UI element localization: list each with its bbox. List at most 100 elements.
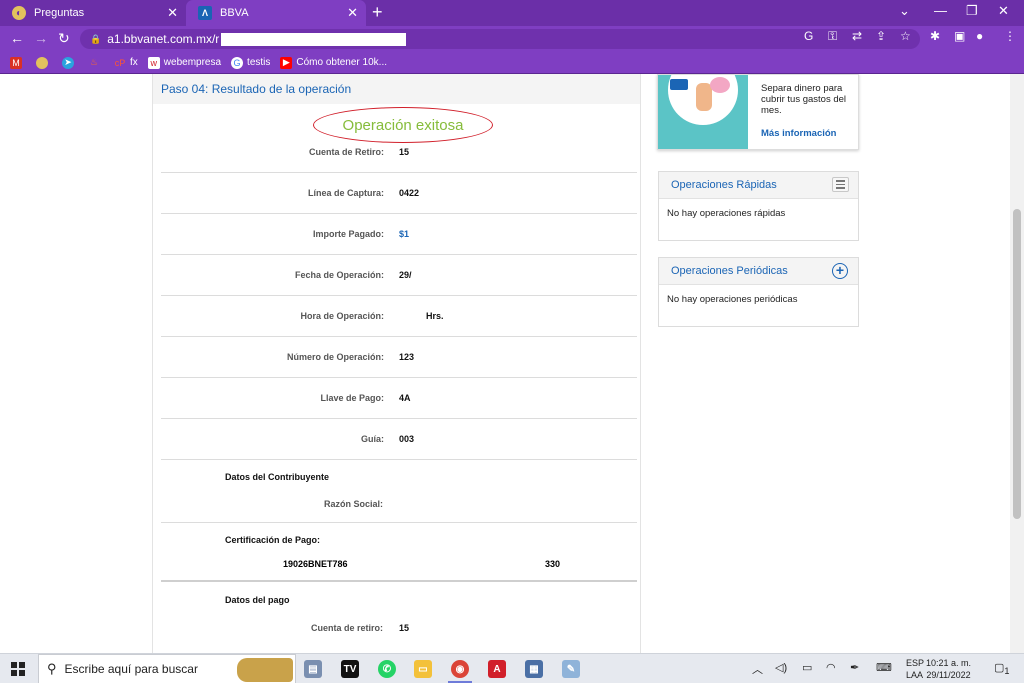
- forward-button[interactable]: →: [34, 30, 48, 46]
- taskbar-search[interactable]: ⚲ Escribe aquí para buscar: [38, 654, 296, 683]
- cp-icon: cP: [114, 57, 126, 68]
- field-row: Llave de Pago: 4A: [161, 378, 637, 419]
- calculator-icon[interactable]: ▦: [525, 660, 543, 678]
- search-icon: ⚲: [47, 661, 57, 676]
- folder-icon[interactable]: ▭: [414, 660, 432, 678]
- promo-illustration: [658, 75, 748, 149]
- share-icon[interactable]: ⇪: [876, 29, 886, 43]
- volume-icon[interactable]: ◁): [775, 661, 787, 674]
- bookmark-label: testis: [247, 57, 271, 68]
- tab-title: BBVA: [220, 7, 249, 19]
- search-placeholder: Escribe aquí para buscar: [64, 662, 198, 676]
- telegram-icon: ➤: [62, 56, 74, 69]
- google-icon[interactable]: G: [804, 29, 813, 43]
- windows-start-icon[interactable]: [11, 662, 25, 676]
- address-bar[interactable]: 🔒 a1.bbvanet.com.mx/r: [80, 29, 920, 49]
- clock-time: 10:21 a. m.: [926, 658, 972, 668]
- bookmark-webempresa[interactable]: w webempresa: [147, 56, 221, 69]
- field-value: 4A: [399, 393, 411, 403]
- bookmark-star-icon[interactable]: ☆: [900, 29, 911, 43]
- clock-date: 29/11/2022: [926, 670, 971, 680]
- field-row: Guía: 003: [161, 419, 637, 460]
- notification-count: 1: [1004, 666, 1010, 677]
- quick-operations-card: Operaciones Rápidas No hay operaciones r…: [658, 171, 859, 241]
- notifications-icon[interactable]: ▢1: [994, 661, 1010, 676]
- field-row: Fecha de Operación: 29/: [161, 255, 637, 296]
- bookmark-youtube[interactable]: ▶ Cómo obtener 10k...: [280, 56, 387, 69]
- side-panel-icon[interactable]: ▣: [954, 29, 965, 43]
- datos-pago-title: Datos del pago: [225, 595, 290, 605]
- scrollbar[interactable]: [1010, 74, 1024, 653]
- field-row: Cuenta de Retiro: 15: [161, 132, 637, 173]
- printer-icon[interactable]: ▤: [304, 660, 322, 678]
- close-window-button[interactable]: ✕: [998, 3, 1009, 19]
- field-label: Cuenta de Retiro:: [308, 147, 384, 157]
- more-info-link[interactable]: Más información: [761, 128, 837, 139]
- browser-tab-strip: ◐ Preguntas ✕ Λ BBVA ✕ + ⌄ — ❐ ✕: [0, 0, 1024, 26]
- reload-button[interactable]: ↻: [58, 30, 70, 47]
- piggy-bank-icon: [710, 77, 730, 93]
- minimize-button[interactable]: —: [934, 3, 947, 18]
- extensions-icon[interactable]: ✱: [930, 29, 940, 43]
- google-icon: G: [231, 56, 244, 69]
- lang-top: ESP: [906, 658, 925, 668]
- close-tab-icon[interactable]: ✕: [167, 5, 178, 21]
- pdf-icon[interactable]: A: [488, 660, 506, 678]
- tradingview-icon[interactable]: TV: [341, 660, 359, 678]
- field-label: Línea de Captura:: [307, 188, 384, 198]
- certificacion-title: Certificación de Pago:: [225, 535, 321, 545]
- certificacion-number: 330: [545, 559, 561, 569]
- lang-bottom: LAA: [906, 670, 924, 680]
- tab-bbva[interactable]: Λ BBVA ✕: [186, 0, 366, 26]
- field-value: 15: [399, 147, 410, 157]
- paint-icon[interactable]: ✎: [562, 660, 580, 678]
- pen-icon[interactable]: ✒: [850, 661, 859, 674]
- bookmark-testis[interactable]: Gtestis: [231, 56, 271, 69]
- bookmark-telegram[interactable]: ➤: [62, 56, 78, 69]
- bookmark-fire[interactable]: ♨: [88, 57, 104, 69]
- field-row: Número de Operación: 123: [161, 337, 637, 378]
- contribuyente-title: Datos del Contribuyente: [225, 472, 330, 482]
- field-value: 0422: [399, 188, 420, 198]
- tab-search-icon[interactable]: ⌄: [899, 3, 910, 19]
- bookmark-mail[interactable]: M: [0, 56, 26, 69]
- whatsapp-icon[interactable]: ✆: [378, 660, 396, 678]
- bookmark-egg[interactable]: [36, 56, 52, 69]
- bookmarks-bar: M ➤ ♨ cP fx w webempresa Gtestis ▶ Cómo obt…: [0, 52, 1024, 74]
- avatar[interactable]: ●: [976, 29, 983, 43]
- field-value: 123: [399, 352, 415, 362]
- key-icon[interactable]: ⚿: [828, 29, 837, 44]
- field-value: 003: [399, 434, 415, 444]
- url-text: a1.bbvanet.com.mx/r: [107, 32, 220, 46]
- field-label: Importe Pagado:: [312, 229, 384, 239]
- field-value: $1: [399, 229, 410, 239]
- clock[interactable]: 10:21 a. m. 29/11/2022: [926, 657, 971, 681]
- translate-icon[interactable]: ⇄: [852, 29, 862, 43]
- field-label: Llave de Pago:: [320, 393, 384, 403]
- keyboard-icon[interactable]: ⌨: [876, 661, 892, 674]
- tab-preguntas[interactable]: ◐ Preguntas ✕: [0, 0, 186, 26]
- back-button[interactable]: ←: [10, 30, 24, 46]
- field-row: Hora de Operación: Hrs.: [161, 296, 637, 337]
- menu-icon[interactable]: [832, 177, 849, 192]
- wifi-icon[interactable]: ◠: [826, 661, 836, 674]
- new-tab-button[interactable]: +: [372, 3, 383, 21]
- battery-icon[interactable]: ▭: [802, 661, 812, 674]
- step-title: Paso 04: Resultado de la operación: [161, 82, 352, 96]
- certificacion-code: 19026BNET786: [283, 559, 348, 569]
- chrome-icon[interactable]: ◉: [451, 660, 469, 678]
- language-indicator[interactable]: ESP LAA: [906, 657, 924, 681]
- credit-card-icon: [670, 79, 688, 90]
- menu-icon[interactable]: ⋮: [1004, 29, 1016, 43]
- cuenta-retiro-value: 15: [399, 623, 410, 633]
- field-label: Fecha de Operación:: [294, 270, 384, 280]
- add-circle-icon[interactable]: +: [832, 263, 848, 279]
- close-tab-icon[interactable]: ✕: [347, 5, 358, 21]
- scrollbar-thumb[interactable]: [1013, 209, 1021, 519]
- chevron-up-icon[interactable]: ︿: [752, 661, 763, 677]
- quick-operations-empty: No hay operaciones rápidas: [667, 208, 786, 219]
- restore-button[interactable]: ❐: [966, 3, 978, 19]
- bookmark-fx[interactable]: cP fx: [114, 57, 138, 69]
- redacted-url: [221, 32, 407, 46]
- promo-banner[interactable]: Separa dinero para cubrir tus gastos del…: [657, 74, 859, 150]
